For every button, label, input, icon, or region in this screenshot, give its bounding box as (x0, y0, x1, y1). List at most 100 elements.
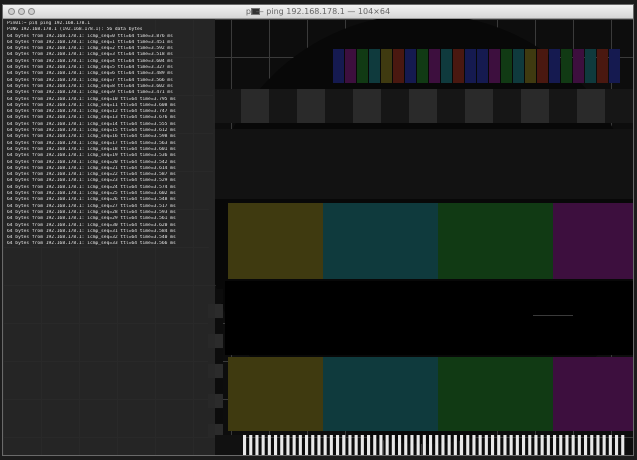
pattern-checker (493, 89, 521, 123)
pattern-fine-bar (360, 435, 364, 455)
pattern-fine-bar (391, 435, 395, 455)
pattern-colour-stripe (453, 49, 464, 83)
pattern-fine-bar (478, 435, 482, 455)
pattern-colour-bar (323, 203, 438, 279)
pattern-fine-bar (435, 435, 439, 455)
pattern-checker (381, 89, 409, 123)
pattern-fine-bar (416, 435, 420, 455)
pattern-colour-bar (228, 203, 323, 279)
pattern-colour-stripe (345, 49, 356, 83)
pattern-colour-stripe (393, 49, 404, 83)
pattern-fine-bar (522, 435, 526, 455)
pattern-colour-stripe (465, 49, 476, 83)
pattern-fine-bar (484, 435, 488, 455)
pattern-black-band (225, 281, 633, 355)
pattern-fine-bar (584, 435, 588, 455)
pattern-checker (353, 89, 381, 123)
pattern-fine-bar (422, 435, 426, 455)
pattern-fine-bar (503, 435, 507, 455)
pattern-fine-bar (267, 435, 271, 455)
pattern-fine-bar (559, 435, 563, 455)
pattern-fine-bar (323, 435, 327, 455)
pattern-fine-bar (577, 435, 581, 455)
pattern-fine-bar (410, 435, 414, 455)
pattern-colour-stripe (513, 49, 524, 83)
pattern-checker (409, 89, 437, 123)
pattern-fine-bar (460, 435, 464, 455)
pattern-colour-stripe (441, 49, 452, 83)
pattern-fine-bar (317, 435, 321, 455)
pattern-fine-bar (491, 435, 495, 455)
pattern-block (215, 435, 243, 455)
pattern-checker (605, 89, 633, 123)
pattern-colour-stripe (417, 49, 428, 83)
terminal-pane[interactable]: Pin01:~ pi$ ping 192.168.178.1 PING 192.1… (3, 19, 215, 455)
pattern-fine-bar (466, 435, 470, 455)
pattern-fine-bar (398, 435, 402, 455)
pattern-colour-stripe (573, 49, 584, 83)
pattern-colour-bar (553, 203, 633, 279)
pattern-fine-bar (305, 435, 309, 455)
pattern-fine-bar (243, 435, 247, 455)
pattern-checker (213, 89, 241, 123)
pattern-checker (437, 89, 465, 123)
pattern-fine-bar (602, 435, 606, 455)
pattern-colour-bar (323, 357, 438, 431)
pattern-checker (241, 89, 269, 123)
pattern-fine-bar (274, 435, 278, 455)
pattern-fine-bar (553, 435, 557, 455)
pattern-fine-bar (249, 435, 253, 455)
pattern-fine-bar (255, 435, 259, 455)
pattern-fine-bar (348, 435, 352, 455)
pattern-fine-bar (615, 435, 619, 455)
pattern-colour-stripe (609, 49, 620, 83)
pattern-fine-bar (497, 435, 501, 455)
pattern-colour-stripe (501, 49, 512, 83)
pattern-fine-bar (404, 435, 408, 455)
pattern-fine-bar (441, 435, 445, 455)
pattern-fine-bar (590, 435, 594, 455)
pattern-fine-bar (571, 435, 575, 455)
pattern-fine-bar (367, 435, 371, 455)
pattern-checker (269, 89, 297, 123)
pattern-fine-bar (472, 435, 476, 455)
pattern-colour-stripe (549, 49, 560, 83)
pattern-fine-bar (447, 435, 451, 455)
pattern-colour-bar (438, 357, 553, 431)
pattern-fine-bar (509, 435, 513, 455)
pattern-checker (465, 89, 493, 123)
pattern-fine-bar (373, 435, 377, 455)
pattern-fine-bar (298, 435, 302, 455)
pattern-fine-bar (311, 435, 315, 455)
pattern-fine-bar (354, 435, 358, 455)
pattern-colour-stripe (525, 49, 536, 83)
pattern-colour-stripe (357, 49, 368, 83)
pattern-fine-bar (540, 435, 544, 455)
pattern-fine-bar (379, 435, 383, 455)
pattern-colour-stripe (537, 49, 548, 83)
pattern-fine-bar (292, 435, 296, 455)
pattern-fine-bar (329, 435, 333, 455)
pattern-colour-stripe (489, 49, 500, 83)
pattern-fine-bar (453, 435, 457, 455)
pattern-fine-bar (385, 435, 389, 455)
pattern-colour-stripe (477, 49, 488, 83)
pattern-center-line (533, 315, 573, 316)
pattern-fine-bar (546, 435, 550, 455)
pattern-colour-stripe (405, 49, 416, 83)
terminal-output: Pin01:~ pi$ ping 192.168.178.1 PING 192.1… (3, 19, 215, 248)
pattern-fine-bar (596, 435, 600, 455)
pattern-fine-bar (565, 435, 569, 455)
pattern-colour-bar (438, 203, 553, 279)
pattern-colour-stripe (585, 49, 596, 83)
pattern-fine-bar (515, 435, 519, 455)
pattern-colour-stripe (561, 49, 572, 83)
pattern-fine-bar (336, 435, 340, 455)
pattern-fine-bar (280, 435, 284, 455)
terminal-line: 64 bytes from 192.168.178.1: icmp_seq=33… (7, 241, 176, 247)
pattern-colour-stripe (381, 49, 392, 83)
pattern-fine-bar (534, 435, 538, 455)
title-bar[interactable]: pi — ping 192.168.178.1 — 104×64 (3, 5, 633, 19)
window-title: pi — ping 192.168.178.1 — 104×64 (245, 7, 391, 16)
pattern-colour-bar (553, 357, 633, 431)
